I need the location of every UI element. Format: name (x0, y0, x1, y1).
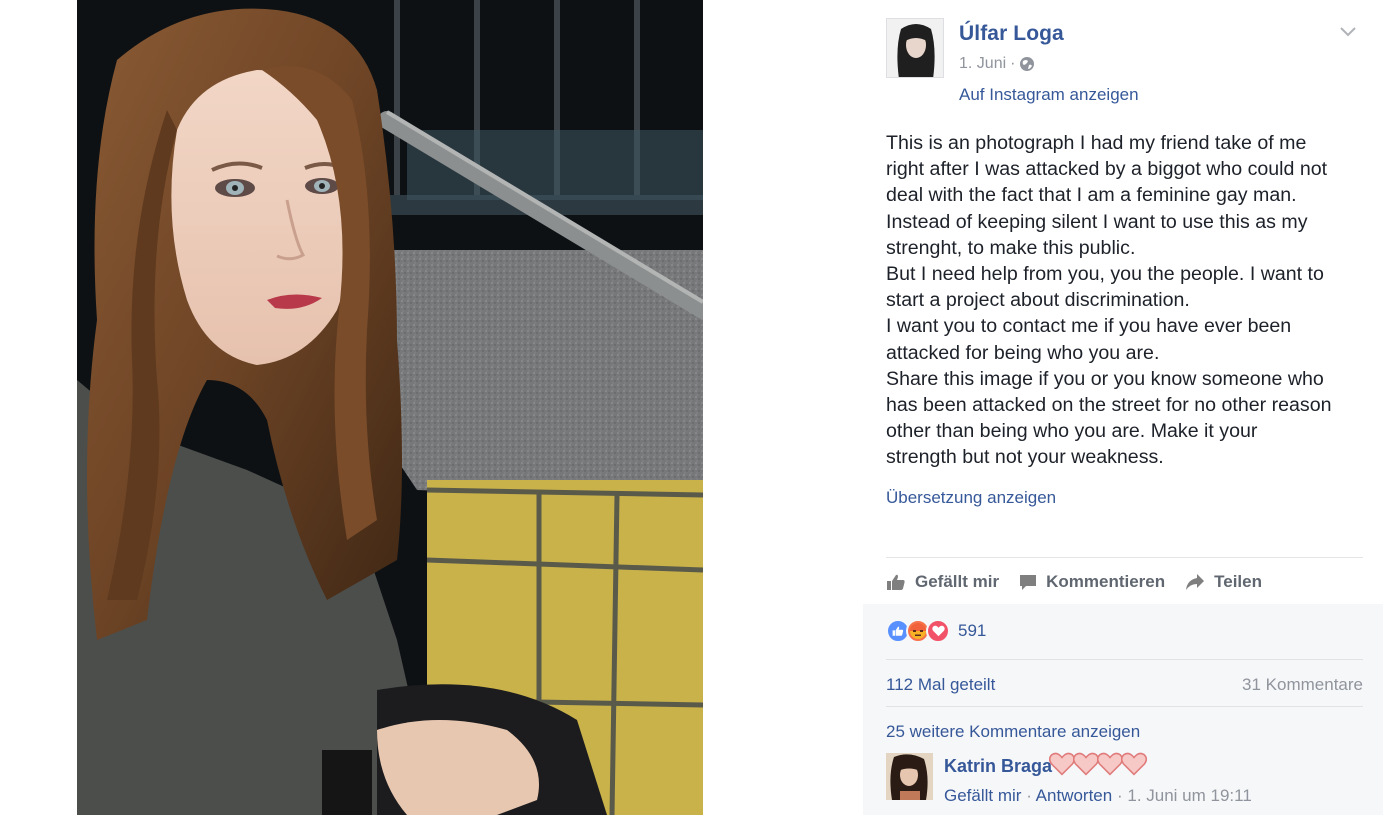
post-date[interactable]: 1. Juni (959, 55, 1006, 73)
post-text: This is an photograph I had my friend ta… (886, 130, 1371, 471)
post-text-line: deal with the fact that I am a feminine … (886, 184, 1297, 207)
commenter-name[interactable]: Katrin Braga (944, 756, 1052, 777)
divider (886, 659, 1363, 660)
portrait-illustration (77, 0, 703, 815)
like-button[interactable]: Gefällt mir (886, 572, 999, 592)
commenter-avatar[interactable] (886, 753, 933, 800)
post-author-name[interactable]: Úlfar Loga (959, 22, 1064, 46)
author-avatar-image (887, 19, 943, 77)
post-text-line: right after I was attacked by a biggot w… (886, 158, 1328, 181)
like-button-label: Gefällt mir (915, 572, 1000, 591)
post-text-line: I want you to contact me if you have eve… (886, 315, 1292, 338)
comment-meta: Gefällt mir · Antworten · 1. Juni um 19:… (944, 786, 1252, 806)
more-comments-link[interactable]: 25 weitere Kommentare anzeigen (886, 722, 1140, 742)
share-arrow-icon (1186, 574, 1205, 590)
post-meta: 1. Juni · (959, 55, 1035, 73)
share-button[interactable]: Teilen (1185, 572, 1262, 592)
post-text-line: But I need help from you, you the people… (886, 263, 1324, 286)
heart-icon (1049, 752, 1075, 776)
photo-stage (0, 0, 863, 815)
thumbs-up-icon (887, 574, 905, 590)
chevron-down-icon[interactable] (1339, 24, 1357, 38)
heart-icon (1097, 752, 1123, 776)
globe-icon[interactable] (1019, 56, 1035, 72)
post-text-line: Share this image if you or you know some… (886, 367, 1324, 390)
commenter-avatar-image (886, 753, 933, 800)
share-button-label: Teilen (1214, 572, 1262, 591)
post-text-line: strength but not your weakness. (886, 446, 1164, 469)
post-photo[interactable] (77, 0, 703, 815)
comment-reply-link[interactable]: Antworten (1036, 786, 1113, 805)
post-panel: Úlfar Loga 1. Juni · Auf Instagram anzei… (863, 0, 1383, 815)
love-reaction-icon (926, 619, 950, 643)
post-text-line: start a project about discrimination. (886, 289, 1190, 312)
reactions-summary[interactable]: 591 (886, 619, 986, 643)
comment-time[interactable]: 1. Juni um 19:11 (1127, 786, 1251, 805)
post-text-line: Instead of keeping silent I want to use … (886, 210, 1308, 233)
post-text-line: This is an photograph I had my friend ta… (886, 132, 1307, 154)
comment-icon (1020, 575, 1037, 590)
author-avatar[interactable] (886, 18, 944, 78)
comment-count[interactable]: 31 Kommentare (1242, 675, 1363, 695)
comment-like-link[interactable]: Gefällt mir (944, 786, 1021, 805)
post-text-line: has been attacked on the street for no o… (886, 394, 1332, 417)
meta-separator: · (1010, 55, 1016, 72)
post-text-line: attacked for being who you are. (886, 341, 1160, 364)
comment-button-label: Kommentieren (1046, 572, 1166, 591)
heart-icon (1121, 752, 1147, 776)
comment-meta-separator: · (1116, 786, 1123, 805)
heart-icon (1073, 752, 1099, 776)
post-actions: Gefällt mir Kommentieren Teilen (886, 569, 1282, 595)
share-count-link[interactable]: 112 Mal geteilt (886, 675, 995, 695)
comment-hearts (1049, 752, 1147, 776)
reaction-count[interactable]: 591 (958, 621, 986, 641)
divider (886, 706, 1363, 707)
divider (886, 557, 1363, 558)
post-text-line: strenght, to make this public. (886, 236, 1136, 259)
translate-link[interactable]: Übersetzung anzeigen (886, 488, 1056, 508)
comment-button[interactable]: Kommentieren (1019, 572, 1165, 592)
instagram-link[interactable]: Auf Instagram anzeigen (959, 85, 1139, 105)
comment-meta-separator: · (1026, 786, 1032, 805)
post-text-line: other than being who you are. Make it yo… (886, 420, 1258, 443)
